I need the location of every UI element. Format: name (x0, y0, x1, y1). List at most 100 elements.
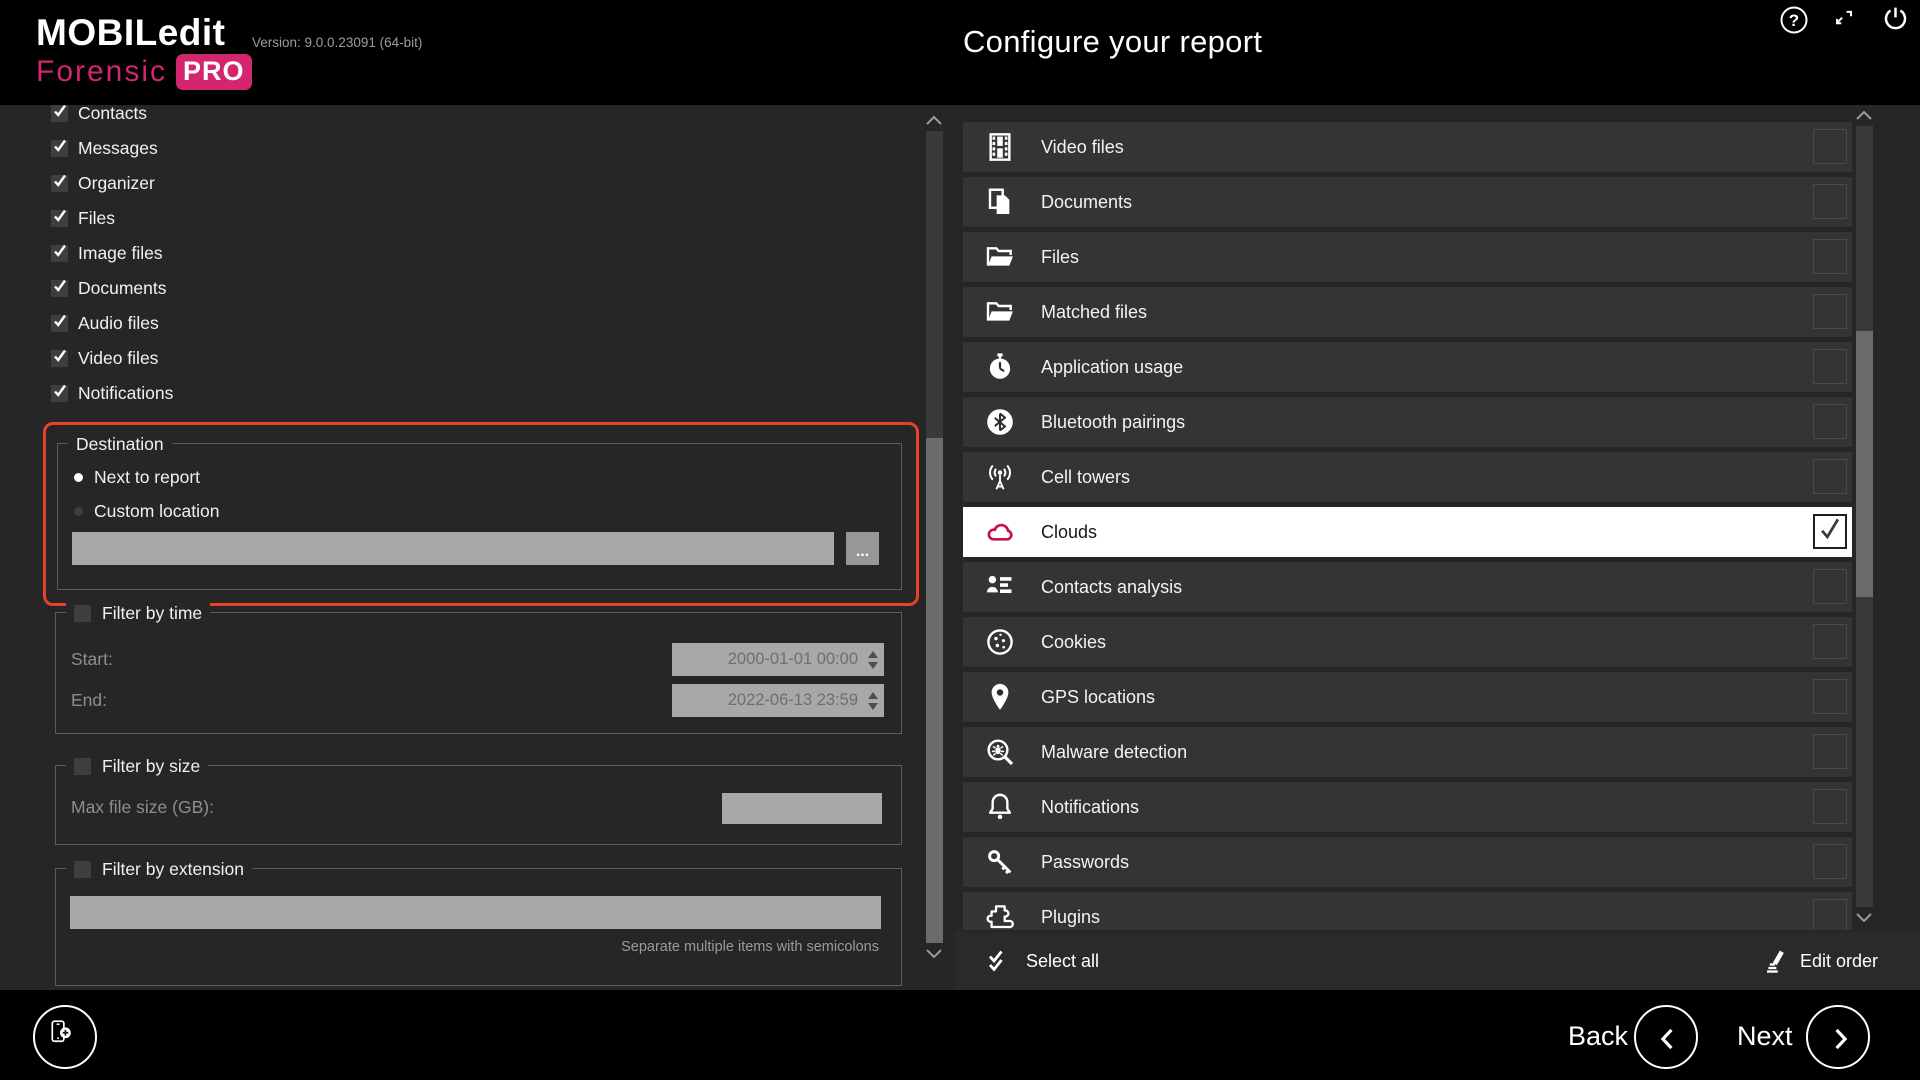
item-checkbox[interactable] (1813, 459, 1847, 494)
category-label: Messages (78, 138, 158, 159)
select-all-button[interactable]: Select all (985, 932, 1099, 990)
item-checkbox[interactable] (1813, 184, 1847, 219)
category-item[interactable]: Messages (51, 131, 173, 166)
checkbox-checked-icon[interactable] (51, 245, 68, 262)
puzzle-icon (984, 901, 1016, 930)
checkbox-checked-icon[interactable] (51, 105, 68, 122)
mobiledit-window: MOBILedit Forensic PRO Version: 9.0.0.23… (0, 0, 1920, 1080)
category-item[interactable]: Contacts (51, 105, 173, 131)
list-item[interactable]: Clouds (963, 507, 1852, 557)
radio-custom-location[interactable]: Custom location (74, 498, 219, 524)
list-item-label: Application usage (1041, 342, 1183, 392)
filter-extension-checkbox[interactable] (74, 861, 91, 878)
filter-size-legend: Filter by size (66, 753, 208, 779)
next-button[interactable] (1806, 1005, 1870, 1069)
right-scrollbar-track[interactable] (1856, 126, 1873, 907)
logo-forensic-text: Forensic (36, 55, 167, 89)
radio-selected-icon[interactable] (74, 473, 83, 482)
list-item[interactable]: Contacts analysis (963, 562, 1852, 612)
item-checkbox[interactable] (1813, 404, 1847, 439)
item-checkbox[interactable] (1813, 349, 1847, 384)
filter-size-checkbox[interactable] (74, 758, 91, 775)
item-checkbox[interactable] (1813, 679, 1847, 714)
radio-unselected-icon[interactable] (74, 507, 83, 516)
left-scrollbar-track[interactable] (926, 131, 943, 943)
right-scrollbar-thumb[interactable] (1856, 331, 1873, 597)
radio-next-to-report[interactable]: Next to report (74, 464, 200, 490)
list-item[interactable]: Cookies (963, 617, 1852, 667)
collapse-icon[interactable] (1830, 6, 1858, 34)
list-item[interactable]: Files (963, 232, 1852, 282)
list-item[interactable]: Video files (963, 122, 1852, 172)
category-item[interactable]: Notifications (51, 376, 173, 411)
list-item[interactable]: Notifications (963, 782, 1852, 832)
item-checkbox[interactable] (1813, 129, 1847, 164)
copy-pages-icon (984, 186, 1016, 218)
checkbox-checked-icon[interactable] (51, 350, 68, 367)
item-checkbox[interactable] (1813, 844, 1847, 879)
spinner-arrows-icon[interactable] (865, 643, 881, 676)
end-datetime-input[interactable]: 2022-06-13 23:59 (672, 684, 884, 717)
checkbox-checked-icon[interactable] (51, 280, 68, 297)
list-item-label: Clouds (1041, 507, 1097, 557)
category-item[interactable]: Documents (51, 271, 173, 306)
list-item[interactable]: Malware detection (963, 727, 1852, 777)
item-checkbox[interactable] (1813, 239, 1847, 274)
right-scrollbar[interactable] (1855, 108, 1873, 925)
checkbox-checked-icon[interactable] (51, 175, 68, 192)
next-label[interactable]: Next (1737, 1021, 1793, 1052)
max-file-size-input[interactable] (722, 793, 882, 824)
filter-extension-group: Filter by extension Separate multiple it… (55, 868, 902, 986)
item-checkbox[interactable] (1813, 789, 1847, 824)
help-icon[interactable]: ? (1779, 5, 1809, 35)
category-item[interactable]: Video files (51, 341, 173, 376)
checkbox-checked-icon[interactable] (51, 315, 68, 332)
report-sections-list: Video filesDocuments Files Matched filesAp… (963, 105, 1852, 930)
list-item[interactable]: Passwords (963, 837, 1852, 887)
list-item[interactable]: GPS locations (963, 672, 1852, 722)
list-item[interactable]: Application usage (963, 342, 1852, 392)
power-icon[interactable] (1880, 4, 1911, 35)
category-item[interactable]: Organizer (51, 166, 173, 201)
custom-location-input[interactable] (72, 532, 834, 565)
item-checkbox[interactable] (1813, 899, 1847, 930)
contacts-analysis-icon (984, 571, 1016, 603)
add-device-button[interactable] (33, 1005, 97, 1069)
item-checkbox[interactable] (1813, 569, 1847, 604)
extension-input[interactable] (70, 896, 881, 929)
item-checkbox[interactable] (1813, 294, 1847, 329)
item-checkbox[interactable] (1813, 624, 1847, 659)
destination-legend: Destination (68, 431, 172, 457)
category-item[interactable]: Image files (51, 236, 173, 271)
category-item[interactable]: Files (51, 201, 173, 236)
list-item[interactable]: Bluetooth pairings (963, 397, 1852, 447)
list-item[interactable]: Documents (963, 177, 1852, 227)
list-item[interactable]: Plugins (963, 892, 1852, 930)
chevron-down-icon[interactable] (1855, 911, 1873, 925)
chevron-up-icon[interactable] (1855, 108, 1873, 122)
checkbox-checked-icon[interactable] (51, 140, 68, 157)
chevron-down-icon[interactable] (925, 947, 943, 961)
category-label: Documents (78, 278, 167, 299)
spinner-arrows-icon[interactable] (865, 684, 881, 717)
back-label[interactable]: Back (1538, 1021, 1628, 1052)
checkbox-checked-icon[interactable] (51, 385, 68, 402)
item-checkbox[interactable] (1813, 734, 1847, 769)
category-list: Contacts Messages OrganizerFilesImage file… (51, 105, 173, 411)
category-item[interactable]: Audio files (51, 306, 173, 341)
list-item-label: Files (1041, 232, 1079, 282)
list-item[interactable]: Cell towers (963, 452, 1852, 502)
filter-time-checkbox[interactable] (74, 605, 91, 622)
item-checkbox[interactable] (1813, 514, 1847, 549)
edit-order-button[interactable]: Edit order (1761, 932, 1878, 990)
left-scrollbar[interactable] (925, 113, 943, 961)
list-item[interactable]: Matched files (963, 287, 1852, 337)
browse-button[interactable]: ... (846, 532, 879, 565)
pro-badge: PRO (176, 54, 252, 90)
chevron-up-icon[interactable] (925, 113, 943, 127)
checkbox-checked-icon[interactable] (51, 210, 68, 227)
map-pin-icon (984, 681, 1016, 713)
start-datetime-input[interactable]: 2000-01-01 00:00 (672, 643, 884, 676)
left-scrollbar-thumb[interactable] (926, 438, 943, 943)
back-button[interactable] (1634, 1005, 1698, 1069)
